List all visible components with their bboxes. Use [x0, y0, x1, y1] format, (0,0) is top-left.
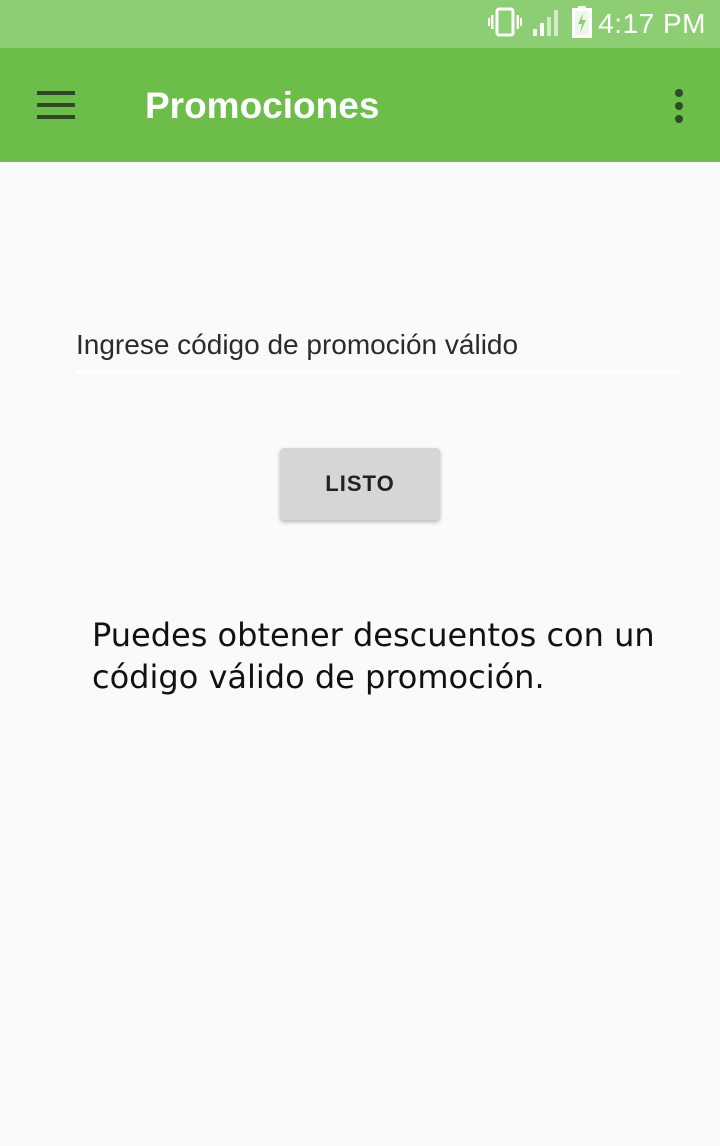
more-vert-icon[interactable] [664, 82, 694, 130]
app-bar: Promociones [0, 48, 720, 162]
battery-charging-icon [572, 5, 593, 43]
page-title: Promociones [145, 85, 380, 126]
hamburger-menu-icon[interactable] [30, 80, 82, 130]
promo-code-input[interactable] [76, 318, 680, 374]
listo-button[interactable]: LISTO [280, 448, 440, 520]
promotions-screen: 4:17 PM Promociones LISTO Puedes obtener… [0, 0, 720, 1146]
status-icons: 4:17 PM [478, 0, 706, 48]
status-bar: 4:17 PM [0, 0, 720, 48]
info-text: Puedes obtener descuentos con un código … [92, 616, 655, 696]
status-time: 4:17 PM [598, 8, 706, 39]
vibrate-icon [488, 7, 523, 42]
signal-icon [532, 7, 562, 42]
